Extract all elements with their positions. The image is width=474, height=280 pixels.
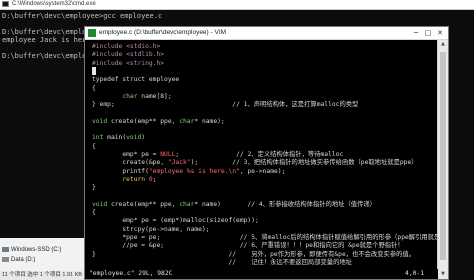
close-button[interactable]: ✕ — [434, 27, 446, 39]
code-token: } — [92, 184, 96, 192]
code-token: NULL — [160, 150, 176, 158]
code-token: char — [179, 200, 195, 208]
explorer-status-bar: 11 个项目 选中 1 个项目 1.91 KB — [0, 271, 94, 280]
code-token: { — [92, 142, 96, 150]
code-token: // 另外，pe作为形参，即便传有&pe，也不会改变实参的值。 — [95, 250, 416, 258]
drive-item-c[interactable]: Windows-SSD (C:) — [0, 246, 94, 255]
code-line: // 记住！永远不要返回局部变量的地址 — [92, 258, 352, 267]
code-token: emp* pe = — [92, 150, 161, 158]
code-token: create(emp** ppe, — [107, 200, 180, 208]
scrollbar-thumb[interactable] — [440, 52, 446, 260]
console-line: employee Jack is here. — [2, 36, 95, 44]
drive-icon — [2, 246, 9, 252]
code-token: * name) — [194, 200, 221, 208]
vim-title: employee.c (D:\buffer\devc\employee) - V… — [99, 29, 227, 36]
console-icon — [2, 1, 9, 7]
minimize-button[interactable]: ─ — [410, 27, 422, 39]
code-token: printf( — [92, 167, 149, 175]
code-token: #include <string.h> — [92, 59, 165, 67]
code-token: { — [92, 209, 96, 216]
maximize-button[interactable]: □ — [422, 27, 434, 39]
code-token: void — [92, 200, 108, 208]
drive-label: Windows-SSD (C:) — [11, 247, 62, 253]
code-token: // 5、将malloc后的结构体指针赋值给解引用的形参（ppe解引用就是pe） — [160, 233, 449, 241]
code-token: * name); — [194, 117, 225, 125]
code-token: int — [92, 134, 104, 142]
code-token: // 1、声明结构体，这是打算malloc的类型 — [114, 101, 359, 109]
explorer-status-text: 11 个项目 选中 1 个项目 1.91 KB — [2, 272, 82, 278]
text-cursor — [92, 66, 96, 75]
code-token: #include <stdlib.h> — [92, 51, 165, 59]
code-token: #include <stdio.h> — [92, 43, 161, 50]
code-token: // 4、形参接收结构体指针的地址（值传递） — [220, 200, 376, 208]
code-line: } emp; // 1、声明结构体，这是打算malloc的类型 — [92, 100, 358, 109]
code-line: void create(emp** ppe, char* name); — [92, 117, 225, 126]
code-token: //pe = &pe; — [92, 242, 165, 250]
vertical-scrollbar[interactable]: ▲ ▼ — [437, 40, 448, 279]
code-token: typedef struct employee — [92, 76, 180, 84]
code-token: ; — [152, 175, 157, 183]
vim-status-line: "employee.c" 29L, 982C 4,0-1 — [85, 269, 438, 279]
scroll-down-icon[interactable]: ▼ — [438, 270, 448, 279]
drive-icon — [2, 256, 9, 262]
code-token: void — [126, 134, 142, 142]
code-editor[interactable]: #include <stdio.h> #include <stdlib.h> #in… — [85, 40, 448, 279]
cmd-titlebar[interactable]: C:\Windows\system32\cmd.exe — [0, 0, 474, 10]
code-token: strcpy(pe->name, name); — [92, 225, 210, 233]
code-token: // 6、严重错误！！！pe和指向它的 &pe就是个野指针！ — [164, 242, 404, 250]
file-explorer-fragment: Windows-SSD (C:) Data (D:) 11 个项目 选中 1 个… — [0, 238, 94, 280]
console-line: D:\buffer\devc\employee>gcc employee.c — [2, 12, 163, 20]
code-line: } — [92, 183, 96, 192]
code-token: // 记住！永远不要返回局部变量的地址 — [92, 258, 352, 266]
code-token: { — [92, 84, 96, 92]
drive-label: Data (D:) — [11, 257, 36, 263]
code-token: create(emp** ppe, — [107, 117, 180, 125]
code-token: return — [122, 175, 146, 183]
code-token: char — [179, 117, 195, 125]
code-token: "employee %s is here.\n" — [148, 167, 240, 175]
cursor-position: 4,0-1 — [405, 270, 424, 277]
vim-window[interactable]: employee.c (D:\buffer\devc\employee) - V… — [84, 26, 449, 280]
code-token: char — [122, 92, 138, 100]
code-line: int main(void) — [92, 133, 145, 142]
drive-item-d[interactable]: Data (D:) — [0, 256, 94, 265]
code-token: // 3、把结构体指针的地址做实参传给函数（pe取地址就是ppe） — [198, 159, 418, 167]
code-line: #include <string.h> — [92, 59, 164, 68]
code-line: typedef struct employee — [92, 75, 179, 84]
cmd-title: C:\Windows\system32\cmd.exe — [12, 1, 96, 7]
vim-logo-icon — [88, 29, 96, 37]
code-token: // 2、定义结构体指针，等待malloc — [179, 150, 344, 158]
code-line: void create(emp** ppe, char* name) // 4、… — [92, 200, 376, 209]
vim-titlebar[interactable]: employee.c (D:\buffer\devc\employee) - V… — [85, 27, 448, 40]
code-token: ) — [141, 134, 146, 142]
scroll-up-icon[interactable]: ▲ — [438, 40, 448, 49]
code-token: main( — [103, 134, 127, 142]
code-token: "Jack" — [167, 159, 191, 167]
code-token: void — [92, 117, 108, 125]
file-info-message: "employee.c" 29L, 982C — [89, 270, 173, 277]
code-token: } emp; — [92, 101, 115, 109]
code-line: return 0; — [92, 175, 156, 184]
code-token: create(&pe, — [92, 159, 168, 167]
code-token: emp* pe = (emp*)malloc(sizeof(emp)); — [92, 217, 259, 225]
code-token: *ppe = pe; — [92, 233, 161, 241]
code-token: , pe->name); — [239, 167, 286, 175]
code-token: name[8]; — [137, 92, 172, 100]
